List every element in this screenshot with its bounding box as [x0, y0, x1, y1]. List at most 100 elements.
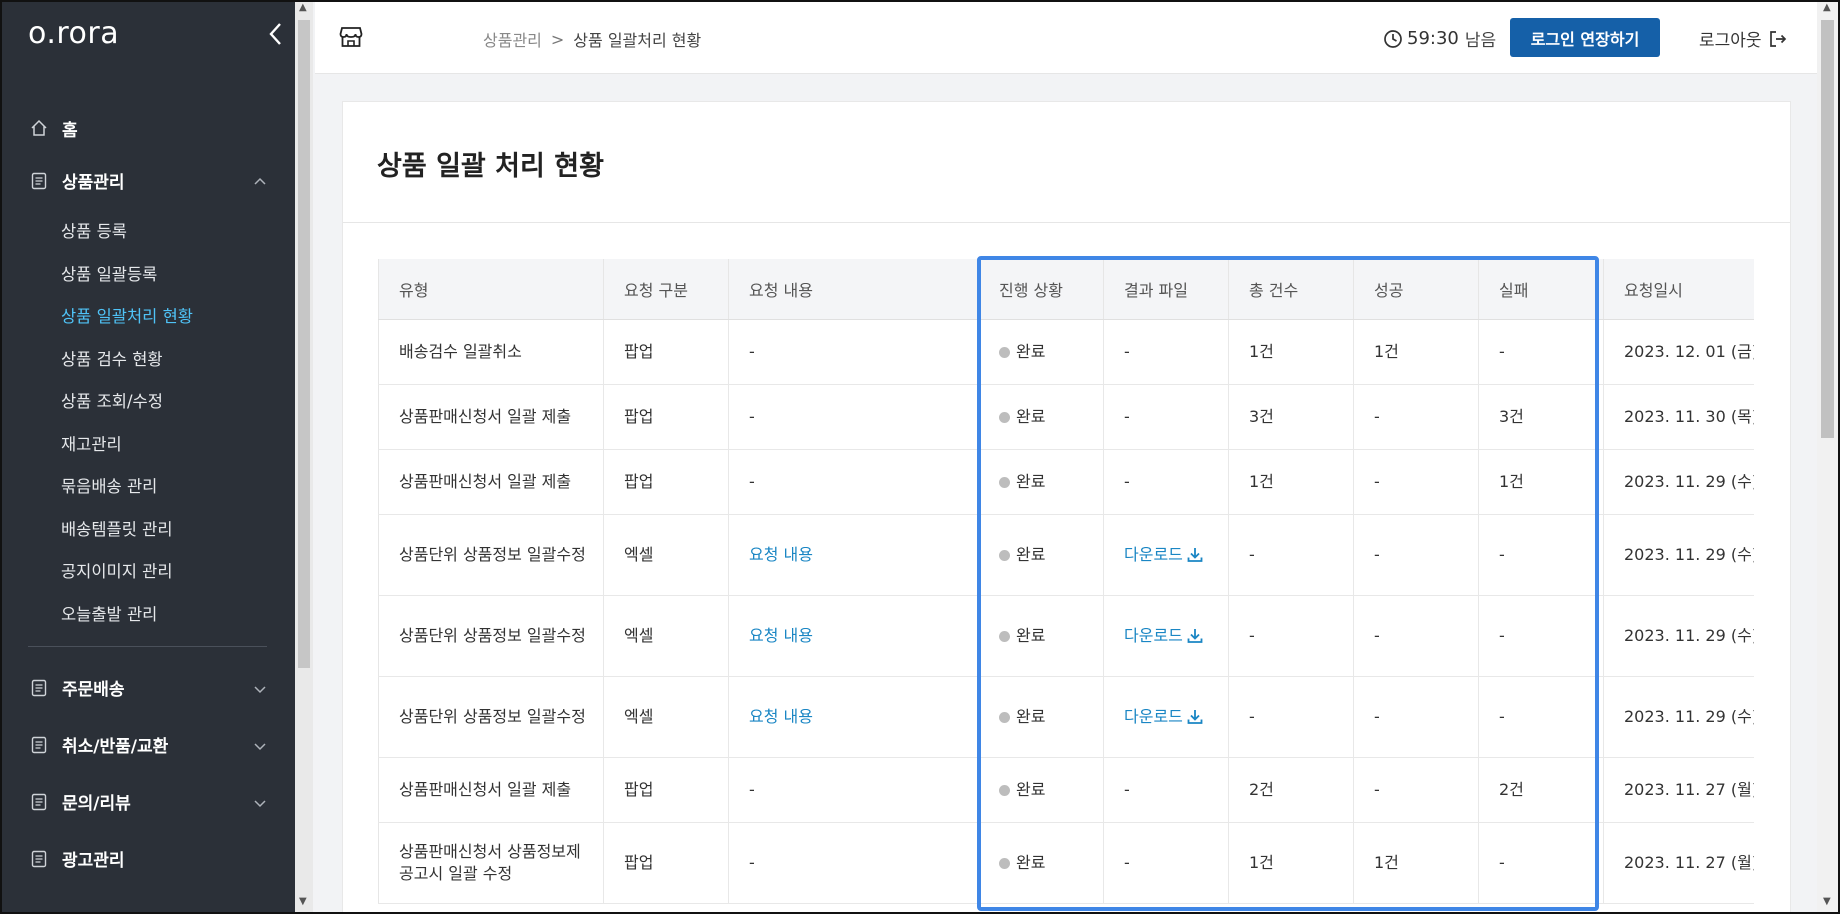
table-row: 배송검수 일괄취소팝업-완료-1건1건-2023. 12. 01 (금) 1 — [378, 319, 1754, 385]
cell-total: 3건 — [1228, 384, 1354, 450]
sidebar-scroll-thumb[interactable] — [298, 20, 310, 668]
status-label: 완료 — [1016, 706, 1046, 726]
cell-fail: - — [1478, 676, 1604, 758]
cell-request-kind: 팝업 — [603, 449, 729, 515]
cell-request-content: - — [728, 757, 979, 823]
download-icon — [1187, 628, 1203, 643]
cell-total: 2건 — [1228, 757, 1354, 823]
sidebar-subitem-bulk-register[interactable]: 상품 일괄등록 — [61, 252, 295, 295]
table-row: 상품판매신청서 일괄 제출팝업-완료-2건-2건2023. 11. 27 (월)… — [378, 757, 1754, 823]
page-scrollbar[interactable]: ▲ ▼ — [1817, 0, 1838, 914]
top-header: 상품관리 > 상품 일괄처리 현황 59:30 남음 로그인 연장하기 로그아웃 — [315, 0, 1817, 74]
request-content-link[interactable]: 요청 내용 — [749, 544, 813, 566]
sidebar-item-label: 광고관리 — [62, 851, 125, 871]
column-header-fail: 실패 — [1478, 259, 1604, 320]
sidebar-subitem-bundle-shipping[interactable]: 묶음배송 관리 — [61, 464, 295, 507]
sidebar-item-cancel-return[interactable]: 취소/반품/교환 — [0, 716, 295, 773]
column-header-request-content: 요청 내용 — [728, 259, 979, 320]
sidebar-item-label: 문의/리뷰 — [62, 794, 131, 814]
sidebar-subitem-product-search[interactable]: 상품 조회/수정 — [61, 379, 295, 422]
timer-suffix: 남음 — [1464, 31, 1497, 51]
cell-request-content: 요청 내용 — [728, 595, 979, 677]
column-header-success: 성공 — [1353, 259, 1479, 320]
status-dot-icon — [999, 476, 1010, 488]
sidebar-item-label: 취소/반품/교환 — [62, 737, 169, 757]
cell-fail: 3건 — [1478, 384, 1604, 450]
cell-success: - — [1353, 449, 1479, 515]
cell-result-file: 다운로드 — [1103, 514, 1229, 596]
sidebar-item-label: 주문배송 — [62, 680, 125, 700]
request-content-link[interactable]: 요청 내용 — [749, 706, 813, 728]
page-title: 상품 일괄 처리 현황 — [377, 151, 604, 182]
extend-login-button[interactable]: 로그인 연장하기 — [1510, 18, 1660, 57]
breadcrumb-parent[interactable]: 상품관리 — [483, 27, 542, 51]
status-label: 완료 — [1016, 544, 1046, 564]
download-link[interactable]: 다운로드 — [1124, 544, 1204, 566]
scroll-up-arrow-icon[interactable]: ▲ — [299, 2, 307, 13]
cell-fail: 1건 — [1478, 449, 1604, 515]
cell-success: 1건 — [1353, 822, 1479, 904]
download-icon — [1187, 709, 1203, 724]
cell-request-date: 2023. 11. 29 (수) ( — [1603, 514, 1754, 596]
cell-request-date: 2023. 11. 29 (수) ( — [1603, 595, 1754, 677]
cell-result-file: - — [1103, 384, 1229, 450]
cell-status: 완료 — [978, 822, 1104, 904]
product-submenu: 상품 등록 상품 일괄등록 상품 일괄처리 현황 상품 검수 현황 상품 조회/… — [0, 209, 295, 634]
cell-type: 상품단위 상품정보 일괄수정 — [378, 514, 604, 596]
cell-status: 완료 — [978, 595, 1104, 677]
cell-success: 1건 — [1353, 319, 1479, 385]
sidebar-subitem-today-dispatch[interactable]: 오늘출발 관리 — [61, 592, 295, 635]
chevron-left-icon[interactable] — [268, 22, 288, 50]
cell-success: - — [1353, 384, 1479, 450]
cell-type: 상품판매신청서 일괄 제출 — [378, 757, 604, 823]
cell-request-content: 요청 내용 — [728, 514, 979, 596]
cell-request-kind: 팝업 — [603, 757, 729, 823]
scroll-down-arrow-icon[interactable]: ▼ — [299, 896, 307, 907]
column-header-status: 진행 상황 — [978, 259, 1104, 320]
sidebar-subitem-bulk-status[interactable]: 상품 일괄처리 현황 — [61, 294, 295, 337]
sidebar-item-order-shipping[interactable]: 주문배송 — [0, 659, 295, 716]
app-logo[interactable]: o.rora — [28, 16, 119, 51]
sidebar-divider — [28, 646, 267, 647]
cell-result-file: - — [1103, 319, 1229, 385]
status-label: 완료 — [1016, 471, 1046, 491]
scroll-down-arrow-icon[interactable]: ▼ — [1823, 896, 1831, 907]
sidebar-nav: 홈 상품관리 상품 등록 상품 일괄등록 상품 일괄처리 현황 상품 검수 현황… — [0, 104, 295, 887]
cell-success: - — [1353, 514, 1479, 596]
status-dot-icon — [999, 346, 1010, 358]
sidebar-subitem-shipping-template[interactable]: 배송템플릿 관리 — [61, 507, 295, 550]
cell-total: - — [1228, 514, 1354, 596]
table-header-row: 유형 요청 구분 요청 내용 진행 상황 결과 파일 총 건수 성공 실패 요청… — [378, 259, 1754, 320]
sidebar: o.rora 홈 상품관리 상품 등록 상품 일괄등록 상품 일괄처리 현황 상… — [0, 0, 295, 914]
cell-request-content: - — [728, 384, 979, 450]
sidebar-item-ad-management[interactable]: 광고관리 — [0, 830, 295, 887]
sidebar-item-inquiry-review[interactable]: 문의/리뷰 — [0, 773, 295, 830]
sidebar-subitem-inspection-status[interactable]: 상품 검수 현황 — [61, 337, 295, 380]
sidebar-subitem-inventory[interactable]: 재고관리 — [61, 422, 295, 465]
column-header-total: 총 건수 — [1228, 259, 1354, 320]
status-label: 완료 — [1016, 625, 1046, 645]
sidebar-item-label: 홈 — [62, 120, 78, 141]
logout-button[interactable]: 로그아웃 — [1699, 26, 1788, 51]
cell-total: 1건 — [1228, 822, 1354, 904]
sidebar-scrollbar[interactable]: ▲ ▼ — [295, 0, 313, 914]
sidebar-subitem-notice-image[interactable]: 공지이미지 관리 — [61, 549, 295, 592]
request-content-link[interactable]: 요청 내용 — [749, 625, 813, 647]
page-scroll-thumb[interactable] — [1821, 20, 1834, 438]
sidebar-item-home[interactable]: 홈 — [0, 104, 295, 152]
cell-fail: 2건 — [1478, 757, 1604, 823]
cell-status: 완료 — [978, 676, 1104, 758]
cell-type: 상품판매신청서 일괄 제출 — [378, 449, 604, 515]
download-link[interactable]: 다운로드 — [1124, 625, 1204, 647]
column-header-request-date: 요청일시 — [1603, 259, 1754, 320]
cell-request-kind: 팝업 — [603, 384, 729, 450]
cell-status: 완료 — [978, 449, 1104, 515]
document-icon — [30, 850, 48, 868]
sidebar-item-product-management[interactable]: 상품관리 — [0, 152, 295, 209]
scroll-up-arrow-icon[interactable]: ▲ — [1823, 2, 1831, 13]
download-link[interactable]: 다운로드 — [1124, 706, 1204, 728]
timer-value: 59:30 — [1407, 28, 1459, 49]
sidebar-subitem-product-register[interactable]: 상품 등록 — [61, 209, 295, 252]
store-icon[interactable] — [339, 26, 363, 48]
cell-request-date: 2023. 11. 27 (월) 2 — [1603, 822, 1754, 904]
